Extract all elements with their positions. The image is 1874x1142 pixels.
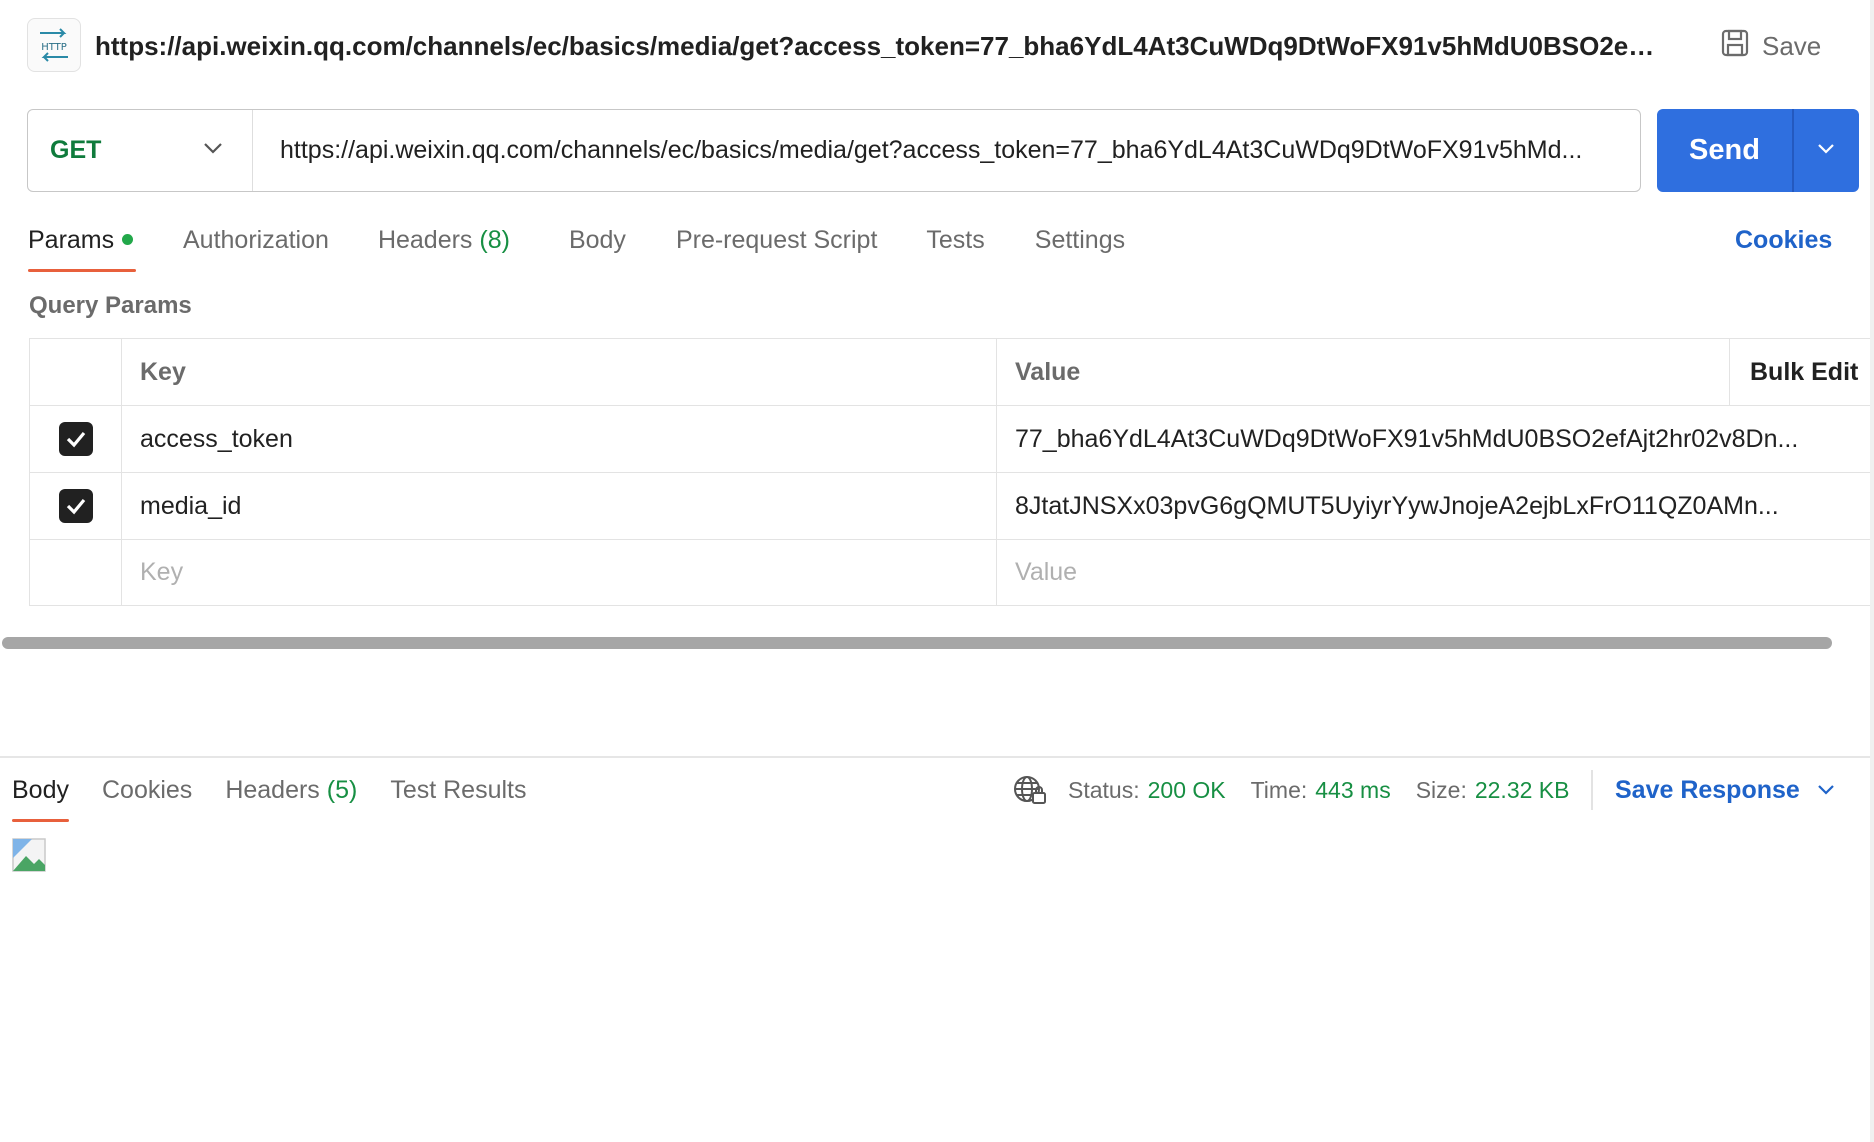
cookies-link[interactable]: Cookies	[1735, 220, 1832, 260]
tab-authorization[interactable]: Authorization	[183, 220, 329, 272]
new-param-key-input[interactable]: Key	[122, 540, 997, 605]
broken-image-icon	[12, 838, 46, 872]
response-headers-label: Headers	[225, 776, 320, 804]
tab-body[interactable]: Body	[569, 220, 626, 272]
response-tab-test-results[interactable]: Test Results	[390, 770, 526, 822]
save-button[interactable]: Save	[1720, 24, 1821, 68]
chevron-down-icon	[202, 141, 224, 160]
row-checkbox-cell	[30, 473, 122, 539]
save-button-label: Save	[1762, 30, 1822, 61]
param-key-field[interactable]: media_id	[122, 473, 997, 539]
response-meta: Status: 200 OK Time: 443 ms Size: 22.32 …	[1012, 770, 1836, 810]
key-placeholder: Key	[140, 558, 184, 586]
response-tab-cookies[interactable]: Cookies	[102, 770, 192, 822]
method-select[interactable]: GET	[28, 110, 253, 191]
params-active-dot	[122, 233, 134, 245]
tab-params-label: Params	[28, 226, 115, 254]
save-response-button[interactable]: Save Response	[1615, 776, 1836, 805]
url-input[interactable]: https://api.weixin.qq.com/channels/ec/ba…	[253, 110, 1640, 191]
new-param-value-input[interactable]: Value	[997, 540, 1843, 605]
request-url-bar: GET https://api.weixin.qq.com/channels/e…	[27, 109, 1641, 192]
size-label: Size:	[1415, 776, 1467, 803]
response-tab-body[interactable]: Body	[12, 770, 69, 822]
checkmark-icon	[66, 431, 85, 448]
checkmark-icon	[66, 498, 85, 515]
chevron-down-icon	[1818, 785, 1834, 795]
status-value[interactable]: 200 OK	[1148, 777, 1226, 804]
value-header-label: Value	[1015, 357, 1081, 386]
save-icon	[1720, 28, 1750, 65]
horizontal-scrollbar[interactable]	[2, 637, 1832, 649]
send-button-group: Send	[1657, 109, 1859, 192]
tab-headers-count: (8)	[479, 226, 510, 254]
table-row: access_token 77_bha6YdL4At3CuWDq9DtWoFX9…	[30, 406, 1874, 473]
value-column-header: Value	[997, 339, 1729, 405]
query-params-table: Key Value Bulk Edit access_token 77_bha6…	[29, 338, 1874, 606]
save-response-label: Save Response	[1614, 775, 1800, 804]
tab-headers[interactable]: Headers (8)	[378, 220, 510, 272]
tab-headers-label: Headers	[377, 226, 473, 254]
param-enabled-checkbox[interactable]	[58, 422, 93, 456]
window-edge	[1870, 0, 1874, 1142]
bulk-edit-button[interactable]: Bulk Edit	[1729, 339, 1874, 405]
param-value-field[interactable]: 8JtatJNSXx03pvG6gQMUT5UyiyrYywJnojeA2ejb…	[997, 473, 1843, 539]
time-label: Time:	[1250, 776, 1308, 803]
checkbox-column-header	[30, 339, 122, 405]
network-globe-lock-icon[interactable]	[1012, 773, 1048, 807]
response-tabs: Body Cookies Headers (5) Test Results	[12, 770, 560, 822]
param-enabled-checkbox[interactable]	[58, 489, 93, 523]
url-input-value: https://api.weixin.qq.com/channels/ec/ba…	[280, 136, 1583, 164]
query-params-heading: Query Params	[29, 292, 192, 319]
size-value[interactable]: 22.32 KB	[1475, 777, 1570, 804]
request-tabs: Params Authorization Headers (8) Body Pr…	[28, 220, 1125, 272]
method-label: GET	[50, 136, 102, 164]
tab-pre-request-script[interactable]: Pre-request Script	[676, 220, 877, 272]
status-label: Status:	[1068, 776, 1140, 803]
tab-settings[interactable]: Settings	[1035, 220, 1125, 272]
value-placeholder: Value	[1015, 558, 1078, 586]
tab-params[interactable]: Params	[28, 220, 136, 272]
param-key-field[interactable]: access_token	[122, 406, 997, 472]
postman-request-window: HTTP https://api.weixin.qq.com/channels/…	[0, 0, 1874, 1142]
row-checkbox-cell	[30, 540, 122, 605]
chevron-down-icon	[1816, 142, 1836, 160]
time-value[interactable]: 443 ms	[1315, 777, 1390, 804]
http-request-icon: HTTP	[27, 18, 81, 72]
table-row: media_id 8JtatJNSXx03pvG6gQMUT5UyiyrYywJ…	[30, 473, 1874, 540]
response-headers-count: (5)	[326, 776, 358, 804]
meta-divider	[1591, 770, 1593, 810]
param-value-text: 77_bha6YdL4At3CuWDq9DtWoFX91v5hMdU0BSO2e…	[1015, 424, 1799, 453]
response-tab-headers[interactable]: Headers (5)	[225, 770, 357, 822]
param-value-text: 8JtatJNSXx03pvG6gQMUT5UyiyrYywJnojeA2ejb…	[1015, 491, 1779, 520]
new-param-row: Key Value	[30, 540, 1874, 605]
tab-tests[interactable]: Tests	[926, 220, 984, 272]
response-divider	[0, 756, 1874, 758]
table-header-row: Key Value Bulk Edit	[30, 339, 1874, 406]
send-button[interactable]: Send	[1657, 109, 1792, 192]
key-header-label: Key	[140, 357, 186, 386]
key-column-header: Key	[122, 339, 997, 405]
request-title[interactable]: https://api.weixin.qq.com/channels/ec/ba…	[95, 24, 1655, 68]
send-options-button[interactable]	[1794, 109, 1860, 192]
http-badge-label: HTTP	[41, 42, 67, 53]
row-checkbox-cell	[30, 406, 122, 472]
param-value-field[interactable]: 77_bha6YdL4At3CuWDq9DtWoFX91v5hMdU0BSO2e…	[997, 406, 1843, 472]
